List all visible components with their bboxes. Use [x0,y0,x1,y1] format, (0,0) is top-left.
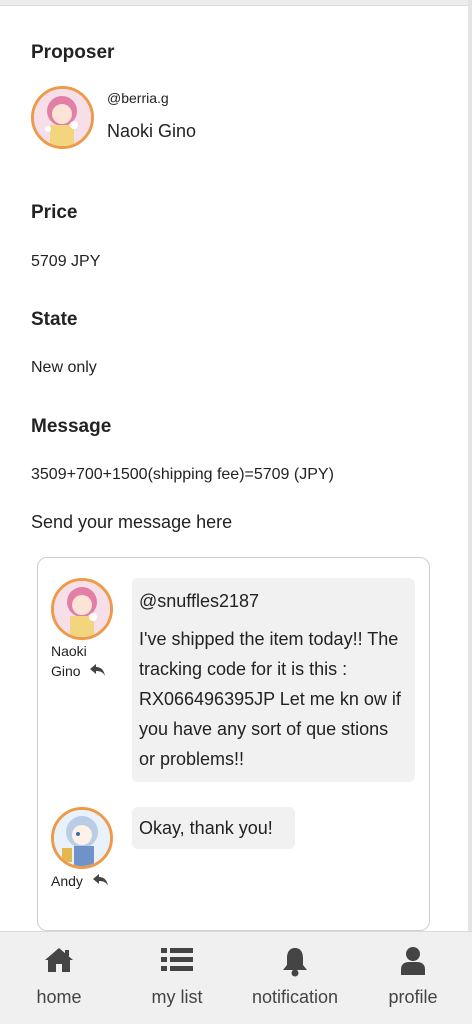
state-heading: State [31,309,78,330]
message-text: Okay, thank you! [139,818,273,838]
message-value: 3509+700+1500(shipping fee)=5709 (JPY) [31,466,334,483]
nav-my-list-label: my list [151,987,203,1007]
avatar-image [34,89,91,146]
price-value: 5709 JPY [31,253,101,270]
avatar-image [54,581,110,637]
user-icon [401,947,425,975]
nav-notification-label: notification [251,987,339,1007]
author-name: Andy [51,873,83,889]
home-icon [45,948,73,972]
reply-icon[interactable] [92,872,109,892]
nav-notification[interactable]: notification [236,932,354,1024]
scroll-edge [468,0,472,935]
price-heading: Price [31,202,78,223]
message-author: Andy [51,871,109,892]
bell-icon [283,948,307,977]
chat-thread: Naoki Gino @snuffles2187 I've shipped th… [37,557,430,931]
avatar-image [54,810,110,866]
message-author: Naoki Gino [51,641,106,682]
proposer-avatar[interactable] [31,86,94,149]
reply-icon[interactable] [90,662,106,682]
message-bubble: Okay, thank you! [132,807,295,849]
nav-profile-label: profile [388,987,438,1007]
nav-profile[interactable]: profile [354,932,472,1024]
proposer-heading: Proposer [31,42,115,63]
top-divider [0,0,472,6]
proposer-name: Naoki Gino [107,121,197,141]
send-message-link[interactable]: Send your message here [31,512,232,533]
proposer-handle[interactable]: @berria.g [107,90,169,106]
message-text: I've shipped the item today!! The tracki… [139,629,401,769]
nav-home[interactable]: home [0,932,118,1024]
state-value: New only [31,359,97,376]
message-heading: Message [31,416,112,437]
author-first-name: Naoki [51,643,87,659]
author-last-name: Gino [51,663,81,679]
message-avatar [51,807,113,869]
message-bubble: @snuffles2187 I've shipped the item toda… [132,578,415,782]
message-mention[interactable]: @snuffles2187 [139,586,407,616]
nav-my-list[interactable]: my list [118,932,236,1024]
message-avatar [51,578,113,640]
list-icon [161,948,193,971]
bottom-nav: home my list notification profile [0,931,472,1024]
nav-home-label: home [36,987,82,1007]
